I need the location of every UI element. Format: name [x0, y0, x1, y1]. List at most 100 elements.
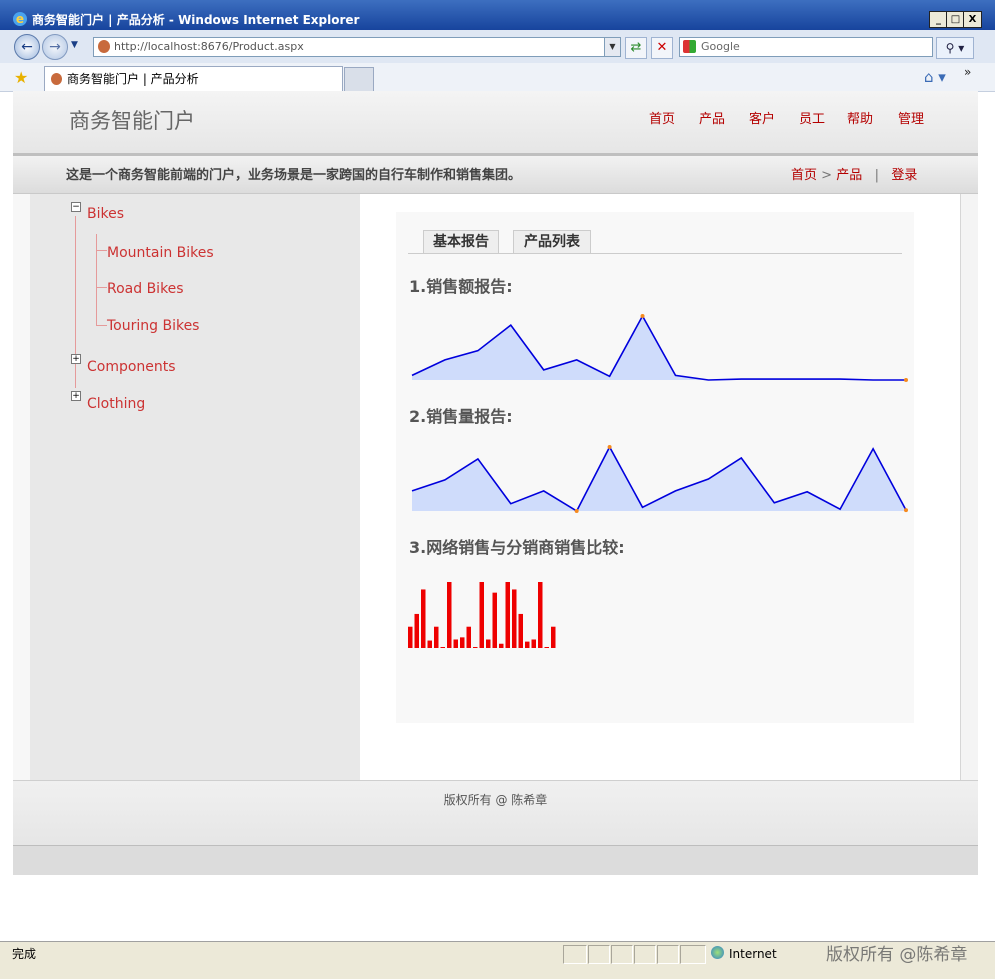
breadcrumb-arrow: >: [821, 168, 833, 183]
collapse-icon[interactable]: −: [71, 202, 81, 212]
window-title: 商务智能门户 | 产品分析 - Windows Internet Explore…: [32, 13, 360, 27]
tree-node-road-bikes[interactable]: Road Bikes: [107, 280, 184, 298]
channel-compare-bar: [414, 613, 419, 648]
login-link[interactable]: 登录: [891, 168, 917, 183]
channel-compare-bar: [486, 639, 491, 648]
sub-header: 这是一个商务智能前端的门户，业务场景是一家跨国的自行车制作和销售集团。 首页 >…: [13, 156, 978, 194]
watermark: 版权所有 @陈希章: [826, 945, 968, 965]
tab-product-list[interactable]: 产品列表: [513, 230, 591, 254]
channel-compare-bar: [531, 639, 536, 648]
new-tab-button[interactable]: [344, 67, 374, 91]
security-zone-label: Internet: [729, 947, 777, 961]
forward-icon[interactable]: →: [42, 34, 68, 60]
channel-compare-bar: [544, 647, 549, 648]
tree-connector: [96, 234, 97, 326]
back-icon[interactable]: ←: [14, 34, 40, 60]
channel-compare-bar: [551, 626, 556, 648]
site-title: 商务智能门户: [69, 109, 195, 133]
tree-connector: [96, 250, 107, 251]
browser-tab-label: 商务智能门户 | 产品分析: [67, 72, 199, 86]
globe-icon: [711, 946, 724, 959]
tab-bar: ★ 商务智能门户 | 产品分析 ⌂ ▾ »: [0, 63, 995, 92]
tree-node-mountain-bikes[interactable]: Mountain Bikes: [107, 244, 214, 262]
report-title-sales-amount: 1.销售额报告:: [409, 277, 513, 296]
status-cell: [588, 945, 610, 964]
channel-compare-bar: [525, 641, 530, 648]
tagline: 这是一个商务智能前端的门户，业务场景是一家跨国的自行车制作和销售集团。: [66, 168, 522, 183]
page-icon: [98, 40, 110, 53]
channel-compare-bar: [427, 640, 432, 648]
channel-compare-bar: [421, 589, 426, 648]
channel-compare-bar: [492, 592, 497, 648]
channel-compare-bar: [473, 647, 478, 648]
status-cell: [657, 945, 679, 964]
channel-compare-bar: [466, 626, 471, 648]
favorites-star-icon[interactable]: ★: [14, 68, 28, 87]
tree-connector: [96, 287, 107, 288]
search-icon[interactable]: ⚲ ▾: [936, 37, 974, 59]
refresh-icon[interactable]: ⇄: [625, 37, 647, 59]
category-sidebar: − Bikes Mountain Bikes Road Bikes Tourin…: [30, 194, 360, 780]
nav-employees[interactable]: 员工: [799, 111, 825, 129]
tree-node-bikes[interactable]: Bikes: [87, 205, 124, 223]
sales-volume-chart: [411, 445, 908, 513]
sales-volume-marker: [607, 445, 612, 449]
address-input[interactable]: http://localhost:8676/Product.aspx: [93, 37, 619, 57]
stop-icon[interactable]: ✕: [651, 37, 673, 59]
status-text: 完成: [12, 947, 37, 961]
tree-node-touring-bikes[interactable]: Touring Bikes: [107, 317, 199, 335]
report-panel: 基本报告 产品列表 1.销售额报告: 2.销售量报告: 3.网络销售与分销商销售…: [396, 212, 914, 723]
channel-compare-chart: [408, 582, 556, 648]
channel-compare-bar: [440, 647, 445, 648]
nav-products[interactable]: 产品: [699, 111, 725, 129]
sales-amount-marker: [904, 378, 908, 382]
history-dropdown-icon[interactable]: ▼: [71, 40, 78, 50]
status-cell: [611, 945, 633, 964]
expand-icon[interactable]: +: [71, 354, 81, 364]
channel-compare-bar: [408, 626, 413, 648]
tab-divider: [408, 253, 902, 254]
window-titlebar: e 商务智能门户 | 产品分析 - Windows Internet Explo…: [0, 0, 995, 30]
tree-node-clothing[interactable]: Clothing: [87, 395, 145, 413]
site-header: 商务智能门户 首页 产品 客户 员工 帮助 管理: [13, 91, 978, 156]
report-title-channel-compare: 3.网络销售与分销商销售比较:: [409, 538, 625, 557]
site-footer: 版权所有 @ 陈希章: [13, 780, 978, 845]
channel-compare-bar: [434, 626, 439, 648]
page-icon: [51, 73, 62, 85]
sales-volume-marker: [574, 509, 579, 513]
left-gutter: [13, 194, 31, 780]
expand-icon[interactable]: +: [71, 391, 81, 401]
page-viewport: 商务智能门户 首页 产品 客户 员工 帮助 管理 这是一个商务智能前端的门户，业…: [13, 91, 978, 941]
nav-customers[interactable]: 客户: [749, 111, 775, 129]
breadcrumb-divider: |: [874, 168, 880, 183]
home-icon[interactable]: ⌂ ▾: [924, 68, 946, 86]
channel-compare-bar: [460, 637, 465, 648]
tab-basic-report[interactable]: 基本报告: [423, 230, 499, 254]
nav-help[interactable]: 帮助: [847, 111, 873, 129]
address-dropdown-icon[interactable]: ▼: [604, 37, 621, 57]
tree-connector: [96, 325, 107, 326]
channel-compare-bar: [453, 639, 458, 648]
close-button[interactable]: X: [963, 11, 982, 28]
status-cell: [680, 945, 706, 964]
breadcrumb: 首页 > 产品 | 登录: [791, 167, 917, 185]
search-input[interactable]: Google: [679, 37, 933, 57]
breadcrumb-home[interactable]: 首页: [791, 168, 817, 183]
nav-admin[interactable]: 管理: [898, 111, 924, 129]
breadcrumb-current: 产品: [836, 168, 863, 183]
footer-copyright: 版权所有 @ 陈希章: [443, 793, 548, 807]
sales-volume-marker: [904, 508, 908, 513]
browser-tab[interactable]: 商务智能门户 | 产品分析: [44, 66, 343, 91]
sales-amount-marker: [640, 314, 645, 318]
chevron-more-icon[interactable]: »: [964, 65, 971, 79]
search-placeholder: Google: [701, 40, 740, 53]
channel-compare-bar: [538, 582, 543, 648]
status-cell: [634, 945, 656, 964]
address-toolbar: ← → ▼ http://localhost:8676/Product.aspx…: [0, 30, 995, 64]
status-bar: 完成 Internet 版权所有 @陈希章: [0, 941, 995, 979]
right-gutter: [960, 194, 978, 780]
nav-home[interactable]: 首页: [649, 111, 675, 129]
tree-node-components[interactable]: Components: [87, 358, 176, 376]
status-cell: [563, 945, 587, 964]
channel-compare-bar: [499, 643, 504, 648]
